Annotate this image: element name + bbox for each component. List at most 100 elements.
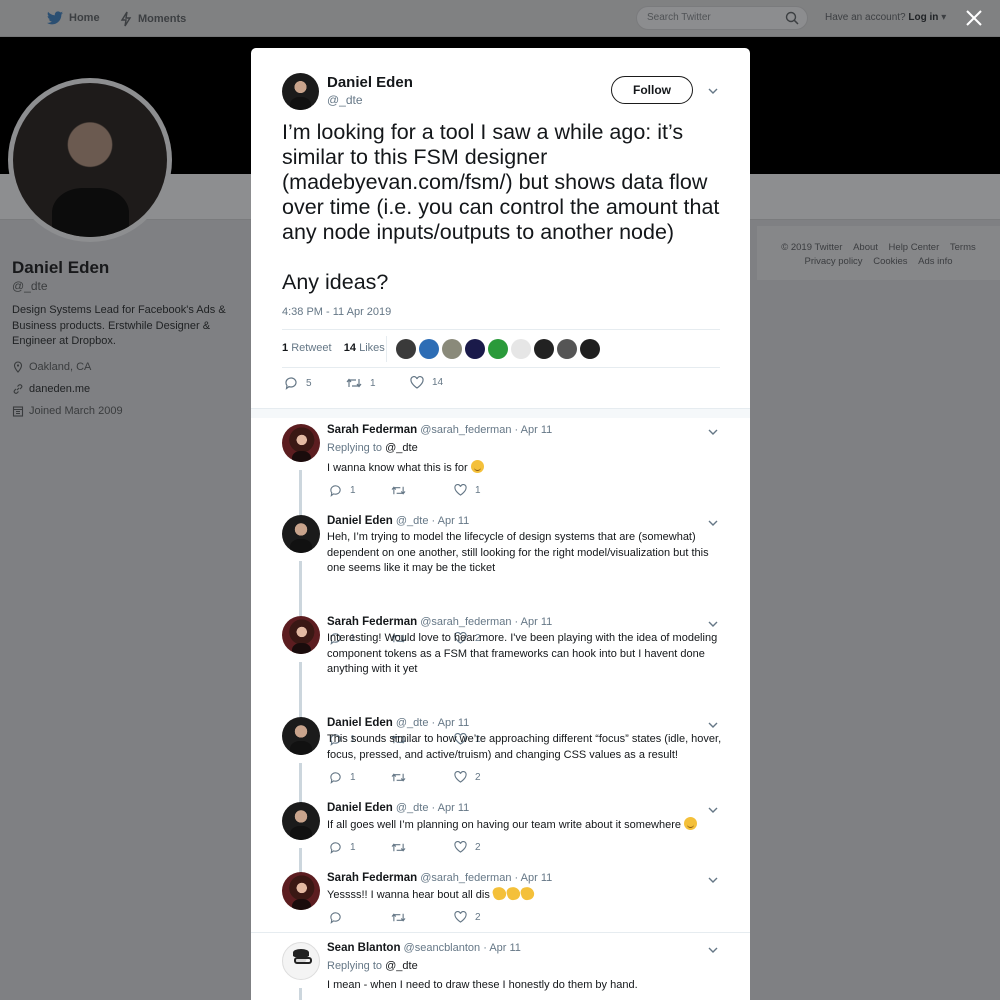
- replying-to: Replying to @_dte: [327, 960, 418, 972]
- liker-avatar[interactable]: [580, 339, 600, 359]
- reply-action[interactable]: 1: [329, 771, 356, 784]
- liker-avatar[interactable]: [534, 339, 554, 359]
- chevron-down-icon[interactable]: [707, 874, 719, 886]
- reply-avatar[interactable]: [282, 616, 320, 654]
- chevron-down-icon[interactable]: [707, 719, 719, 731]
- chevron-down-icon[interactable]: [707, 426, 719, 438]
- reply-date[interactable]: · Apr 11: [432, 802, 470, 814]
- reply-author-name[interactable]: Daniel Eden: [327, 802, 393, 814]
- likes-stat[interactable]: 14 Likes: [344, 342, 385, 354]
- search-input[interactable]: Search Twitter: [636, 6, 808, 30]
- reply-author-name[interactable]: Sarah Federman: [327, 616, 417, 628]
- reply-header: Daniel Eden @_dte · Apr 11: [327, 802, 469, 814]
- reply-text: Heh, I’m trying to model the lifecycle o…: [327, 531, 709, 574]
- reply-header: Sarah Federman @sarah_federman · Apr 11: [327, 424, 552, 436]
- chevron-down-icon[interactable]: [707, 618, 719, 630]
- reply-avatar[interactable]: [282, 717, 320, 755]
- follow-button[interactable]: Follow: [611, 76, 693, 104]
- retweet-action[interactable]: [391, 771, 406, 784]
- reply-date[interactable]: · Apr 11: [515, 872, 553, 884]
- replying-to-handle[interactable]: @_dte: [385, 960, 418, 972]
- reply-date[interactable]: · Apr 11: [515, 424, 553, 436]
- nav-moments[interactable]: Moments: [120, 11, 186, 27]
- footer-cookies[interactable]: Cookies: [873, 256, 907, 267]
- reply-author-handle[interactable]: @sarah_federman: [420, 616, 511, 628]
- reply-author-name[interactable]: Daniel Eden: [327, 717, 393, 729]
- reply-author-name[interactable]: Sarah Federman: [327, 424, 417, 436]
- reply-avatar[interactable]: [282, 424, 320, 462]
- footer-ads-info[interactable]: Ads info: [918, 256, 952, 267]
- reply-action[interactable]: 1: [329, 484, 356, 497]
- chevron-down-icon[interactable]: [707, 944, 719, 956]
- replying-to-handle[interactable]: @_dte: [385, 442, 418, 454]
- reply-avatar[interactable]: [282, 872, 320, 910]
- login-link[interactable]: Log in: [908, 12, 938, 23]
- chevron-down-icon[interactable]: [707, 85, 719, 97]
- footer-help-center[interactable]: Help Center: [889, 242, 940, 253]
- nav-home[interactable]: Home: [47, 11, 100, 25]
- like-action[interactable]: 14: [410, 376, 443, 389]
- reply-action[interactable]: [329, 911, 342, 924]
- like-action[interactable]: 2: [454, 771, 481, 783]
- profile-website[interactable]: daneden.me: [12, 383, 90, 395]
- retweet-icon: [391, 773, 406, 782]
- liker-avatar[interactable]: [442, 339, 462, 359]
- reply-header: Sarah Federman @sarah_federman · Apr 11: [327, 616, 552, 628]
- liker-avatar[interactable]: [465, 339, 485, 359]
- retweet-stat[interactable]: 1 Retweet: [282, 342, 332, 354]
- chevron-down-icon[interactable]: [707, 517, 719, 529]
- reply-author-handle[interactable]: @seancblanton: [404, 942, 481, 954]
- liker-avatar[interactable]: [419, 339, 439, 359]
- reply-date[interactable]: · Apr 11: [432, 717, 470, 729]
- retweet-icon: [346, 378, 362, 388]
- reply-author-handle[interactable]: @_dte: [396, 515, 429, 527]
- liker-avatar[interactable]: [557, 339, 577, 359]
- reply-author-name[interactable]: Sarah Federman: [327, 872, 417, 884]
- reply-action[interactable]: 1: [329, 841, 356, 854]
- retweet-action[interactable]: 1: [346, 376, 376, 390]
- reply-author-handle[interactable]: @sarah_federman: [420, 872, 511, 884]
- reply-author-name[interactable]: Daniel Eden: [327, 515, 393, 527]
- author-name[interactable]: Daniel Eden: [327, 74, 413, 91]
- account-prompt: Have an account? Log in ▾: [825, 12, 946, 23]
- reply-author-name[interactable]: Sean Blanton: [327, 942, 400, 954]
- profile-avatar[interactable]: [8, 78, 172, 242]
- retweet-action[interactable]: [391, 841, 406, 854]
- retweet-action[interactable]: [391, 911, 406, 924]
- close-icon[interactable]: [964, 8, 984, 28]
- reply-author-handle[interactable]: @sarah_federman: [420, 424, 511, 436]
- link-icon: [13, 384, 23, 394]
- retweet-action[interactable]: [391, 484, 406, 497]
- footer-terms[interactable]: Terms: [950, 242, 976, 253]
- reply-avatar[interactable]: [282, 802, 320, 840]
- profile-website-text[interactable]: daneden.me: [29, 383, 90, 395]
- liker-avatar[interactable]: [396, 339, 416, 359]
- reply-action[interactable]: 5: [284, 376, 312, 390]
- thread-line: [299, 470, 302, 515]
- reply-date[interactable]: · Apr 11: [432, 515, 470, 527]
- like-action[interactable]: 2: [454, 911, 481, 923]
- profile-joined-text: Joined March 2009: [29, 405, 123, 417]
- reply-count: 1: [350, 772, 356, 783]
- reply-date[interactable]: · Apr 11: [483, 942, 521, 954]
- reply-author-handle[interactable]: @_dte: [396, 802, 429, 814]
- profile-bio: Design Systems Lead for Facebook's Ads &…: [12, 304, 226, 347]
- reply-avatar[interactable]: [282, 515, 320, 553]
- footer-about[interactable]: About: [853, 242, 878, 253]
- reply-text-content: Yessss!! I wanna hear bout all dis: [327, 889, 490, 901]
- reply-author-handle[interactable]: @_dte: [396, 717, 429, 729]
- author-handle[interactable]: @_dte: [327, 93, 363, 107]
- liker-avatar[interactable]: [511, 339, 531, 359]
- footer-privacy[interactable]: Privacy policy: [804, 256, 862, 267]
- liker-avatar[interactable]: [488, 339, 508, 359]
- chevron-down-icon[interactable]: [707, 804, 719, 816]
- caret-down-icon[interactable]: ▾: [941, 12, 946, 23]
- author-avatar[interactable]: [282, 73, 319, 110]
- twitter-bird-icon: [47, 11, 63, 25]
- tweet-timestamp[interactable]: 4:38 PM - 11 Apr 2019: [282, 306, 391, 318]
- search-icon[interactable]: [785, 11, 799, 25]
- like-action[interactable]: 1: [454, 484, 481, 496]
- like-action[interactable]: 2: [454, 841, 481, 853]
- reply-date[interactable]: · Apr 11: [515, 616, 553, 628]
- reply-avatar[interactable]: [282, 942, 320, 980]
